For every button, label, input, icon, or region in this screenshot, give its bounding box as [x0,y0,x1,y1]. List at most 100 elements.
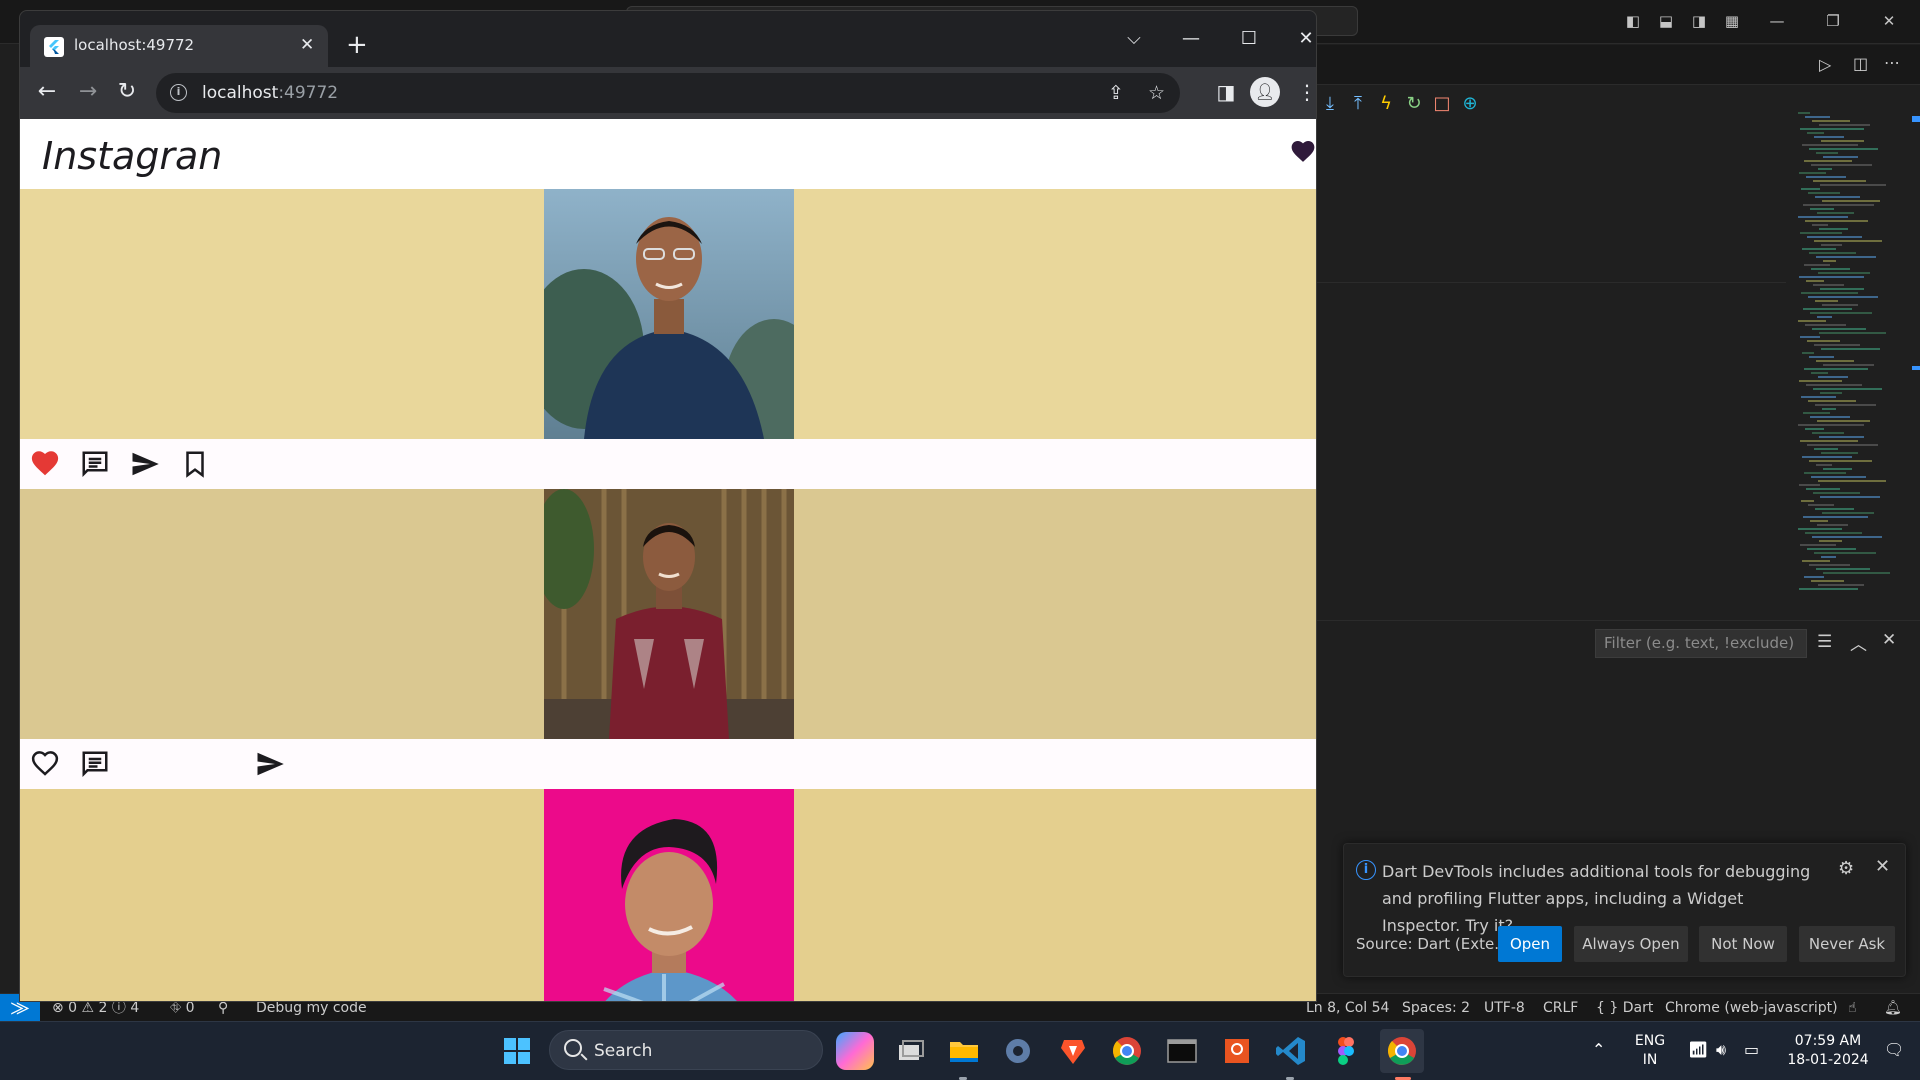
always-open-button[interactable]: Always Open [1574,926,1688,962]
close-icon[interactable]: ✕ [1880,12,1898,30]
clock[interactable]: 07:59 AM 18-01-2024 [1782,1032,1874,1070]
vscode-icon[interactable] [1272,1032,1310,1070]
toggle-panel-icon[interactable]: ⬓ [1657,12,1675,30]
toggle-primary-sidebar-icon[interactable]: ◧ [1624,12,1642,30]
step-into-icon[interactable]: ⤓ [1316,89,1344,119]
minimap-line [1819,124,1870,126]
back-icon[interactable]: ← [30,75,64,109]
share-icon[interactable] [130,449,160,479]
never-ask-button[interactable]: Never Ask [1799,926,1895,962]
profile-icon[interactable]: 👤︎ [1250,77,1280,107]
minimap-line [1819,540,1842,542]
language-indicator[interactable]: ENG IN [1628,1032,1672,1070]
notification-center-icon[interactable]: 🗨︎ [1884,1040,1904,1059]
start-windows-icon[interactable] [498,1032,536,1070]
minimap-line [1812,224,1828,226]
close-window-icon[interactable]: ✕ [1290,25,1316,53]
notifications-bell-icon[interactable]: 🔔︎ [1884,994,1902,1022]
notification-source: Source: Dart (Exte... [1356,935,1509,953]
minimize-icon[interactable]: — [1768,12,1786,30]
menu-icon[interactable]: ⋮ [1290,75,1316,109]
site-info-icon[interactable]: i [170,84,187,101]
step-out-icon[interactable]: ⤒ [1344,89,1372,119]
file-explorer-icon[interactable] [945,1032,983,1070]
restore-icon[interactable]: ❐ [1824,12,1842,30]
settings-icon[interactable] [999,1032,1037,1070]
brave-icon[interactable] [1054,1032,1092,1070]
share-icon[interactable]: ⇪ [1108,73,1124,113]
minimize-icon[interactable]: — [1175,25,1207,53]
close-icon[interactable]: ✕ [1875,856,1890,877]
share-icon[interactable] [255,749,285,779]
minimap-line [1807,236,1862,238]
language-status[interactable]: { } Dart [1596,994,1653,1022]
minimap-line [1820,392,1842,394]
minimap-line [1811,268,1850,270]
battery-icon[interactable]: ▭ [1744,1040,1759,1059]
figma-icon[interactable] [1327,1032,1365,1070]
forward-icon[interactable]: → [71,75,105,109]
hot-reload-icon[interactable]: ϟ [1372,89,1400,119]
wrap-lines-icon[interactable]: ☰ [1817,632,1832,652]
maximize-panel-icon[interactable]: ︿ [1850,630,1867,655]
chrome-active-icon[interactable] [1380,1029,1424,1073]
indentation-status[interactable]: Spaces: 2 [1402,994,1470,1022]
customize-layout-icon[interactable]: ▦ [1723,12,1741,30]
address-bar[interactable]: i localhost:49772 ⇪ ☆ [156,73,1180,113]
gear-icon[interactable]: ⚙ [1838,858,1854,879]
close-tab-icon[interactable]: ✕ [300,25,314,65]
heart-icon[interactable] [1290,139,1316,167]
bookmark-icon[interactable] [180,449,210,479]
cursor-position[interactable]: Ln 8, Col 54 [1306,994,1389,1022]
bookmark-star-icon[interactable]: ☆ [1148,73,1165,113]
not-now-button[interactable]: Not Now [1699,926,1787,962]
volume-icon[interactable]: 🔊︎ [1716,1040,1726,1059]
copilot-icon[interactable] [836,1032,874,1070]
post-photo[interactable] [544,189,794,439]
like-outline-icon[interactable] [30,749,60,779]
stop-icon[interactable]: □ [1428,89,1456,119]
taskbar-search[interactable]: Search [549,1030,823,1070]
tab-search-icon[interactable]: ⌵ [1118,25,1150,53]
chrome-icon[interactable] [1108,1032,1146,1070]
minimap-line [1816,256,1876,258]
maximize-icon[interactable]: ☐ [1233,25,1265,53]
reload-icon[interactable]: ↻ [110,75,144,109]
side-panel-icon[interactable]: ◨ [1209,75,1243,109]
minimap-line [1814,552,1876,554]
more-actions-icon[interactable]: ⋯ [1884,53,1900,72]
new-tab-icon[interactable]: + [346,29,368,61]
run-icon[interactable]: ▷ [1819,55,1831,74]
toggle-secondary-sidebar-icon[interactable]: ◨ [1690,12,1708,30]
url-text[interactable]: localhost:49772 [202,73,338,113]
inspect-widget-icon[interactable]: ⊕ [1456,89,1484,119]
post-photo[interactable] [544,789,794,1001]
minimap-line [1822,512,1874,514]
console-filter-input[interactable]: Filter (e.g. text, !exclude) [1595,629,1807,658]
scrollbar-marker [1912,116,1920,122]
wifi-icon[interactable]: 📶︎ [1688,1040,1708,1059]
device-status[interactable]: Chrome (web-javascript) [1665,994,1838,1022]
editor-divider [1316,282,1786,283]
post-photo[interactable] [544,489,794,739]
tray-overflow-icon[interactable]: ⌃ [1592,1040,1605,1059]
ubuntu-icon[interactable] [1218,1032,1256,1070]
minimap-line [1806,488,1840,490]
task-view-icon[interactable] [890,1032,928,1070]
comment-icon[interactable] [80,749,110,779]
comment-icon[interactable] [80,449,110,479]
restart-icon[interactable]: ↻ [1400,89,1428,119]
search-label: Search [594,1041,653,1061]
feedback-icon[interactable]: ☝ [1848,994,1857,1022]
like-filled-icon[interactable] [30,449,60,479]
minimap-line [1799,276,1864,278]
open-button[interactable]: Open [1498,926,1562,962]
close-panel-icon[interactable]: ✕ [1882,630,1896,650]
browser-tab[interactable]: localhost:49772 ✕ [30,25,328,67]
minimap[interactable] [1790,112,1905,617]
terminal-icon[interactable] [1163,1032,1201,1070]
split-editor-icon[interactable]: ◫ [1853,54,1868,73]
minimap-line [1805,532,1862,534]
eol-status[interactable]: CRLF [1543,994,1578,1022]
encoding-status[interactable]: UTF-8 [1484,994,1525,1022]
